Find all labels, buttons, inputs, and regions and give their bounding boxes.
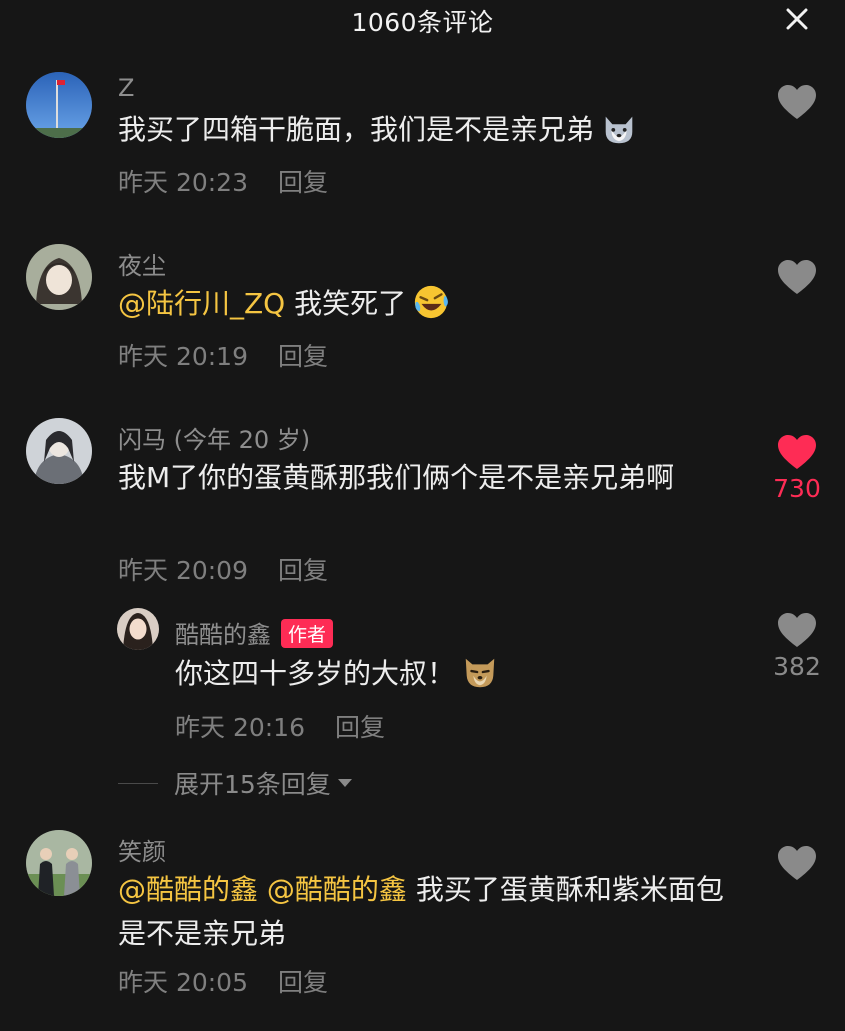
- like-button[interactable]: 730: [767, 434, 827, 503]
- comment-username[interactable]: 闪马 (今年 20 岁): [118, 420, 310, 455]
- avatar[interactable]: [117, 608, 159, 650]
- like-count: 382: [773, 652, 821, 681]
- expand-replies-label: 展开15条回复: [174, 770, 331, 799]
- like-button[interactable]: [767, 259, 827, 295]
- reply-button[interactable]: 回复: [278, 168, 328, 197]
- comment-time: 昨天 20:05: [118, 968, 248, 997]
- avatar[interactable]: [26, 244, 92, 310]
- heart-icon: [778, 613, 816, 647]
- heart-icon: [778, 260, 816, 294]
- expand-replies-button[interactable]: 展开15条回复: [118, 765, 353, 801]
- comment-count-title: 1060条评论: [351, 8, 494, 37]
- mention-link[interactable]: @酷酷的鑫: [267, 873, 407, 906]
- comment-text: 你这四十多岁的大叔！: [175, 652, 499, 696]
- comment-text: @酷酷的鑫 @酷酷的鑫 我买了蛋黄酥和紫米面包 是不是亲兄弟: [118, 868, 738, 956]
- comment-username[interactable]: 夜尘: [118, 246, 166, 281]
- close-icon: [786, 8, 808, 30]
- comment-text: 我买了四箱干脆面，我们是不是亲兄弟: [118, 108, 638, 152]
- comment-meta: 昨天 20:23 回复: [118, 163, 328, 199]
- rolling-laughing-emoji: [414, 285, 449, 319]
- comments-header: 1060条评论: [0, 0, 845, 40]
- reply-button[interactable]: 回复: [278, 968, 328, 997]
- mention-link[interactable]: @酷酷的鑫: [118, 873, 258, 906]
- comment-username[interactable]: 笑颜: [118, 832, 166, 867]
- comment-body: 我笑死了: [285, 287, 407, 320]
- heart-icon: [778, 85, 816, 119]
- avatar[interactable]: [26, 72, 92, 138]
- heart-icon: [778, 846, 816, 880]
- comment-body: 你这四十多岁的大叔！: [175, 657, 456, 690]
- author-badge: 作者: [281, 619, 334, 648]
- like-button[interactable]: 382: [767, 612, 827, 681]
- heart-filled-icon: [778, 435, 816, 469]
- mention-link[interactable]: @陆行川_ZQ: [118, 287, 285, 320]
- avatar[interactable]: [26, 830, 92, 896]
- comment-body: 我M了你的蛋黄酥那我们俩个是不是亲兄弟啊: [118, 461, 675, 494]
- divider: [118, 782, 158, 784]
- reply-button[interactable]: 回复: [278, 342, 328, 371]
- husky-dog-emoji: [605, 116, 633, 144]
- comment-time: 昨天 20:09: [118, 556, 248, 585]
- comment-text: 我M了你的蛋黄酥那我们俩个是不是亲兄弟啊: [118, 456, 718, 500]
- like-button[interactable]: [767, 845, 827, 881]
- comment-time: 昨天 20:19: [118, 342, 248, 371]
- comment-meta: 昨天 20:19 回复: [118, 337, 328, 373]
- comment-meta: 昨天 20:16 回复: [175, 708, 385, 744]
- like-count: 730: [773, 474, 821, 503]
- comment-text: @陆行川_ZQ 我笑死了: [118, 282, 450, 326]
- like-button[interactable]: [767, 84, 827, 120]
- comment-meta: 昨天 20:09 回复: [118, 551, 328, 587]
- comment-meta: 昨天 20:05 回复: [118, 963, 328, 999]
- close-button[interactable]: [780, 4, 814, 34]
- reply-username[interactable]: 酷酷的鑫: [175, 621, 271, 649]
- reply-button[interactable]: 回复: [278, 556, 328, 585]
- reply-button[interactable]: 回复: [335, 713, 385, 742]
- comment-body: 我买了四箱干脆面，我们是不是亲兄弟: [118, 113, 595, 146]
- dog-face-emoji: [465, 658, 495, 688]
- avatar[interactable]: [26, 418, 92, 484]
- comment-time: 昨天 20:16: [175, 713, 305, 742]
- comment-username[interactable]: Z: [118, 74, 134, 102]
- chevron-down-icon: [337, 779, 352, 787]
- comment-username: 酷酷的鑫 作者: [175, 615, 334, 650]
- comment-time: 昨天 20:23: [118, 168, 248, 197]
